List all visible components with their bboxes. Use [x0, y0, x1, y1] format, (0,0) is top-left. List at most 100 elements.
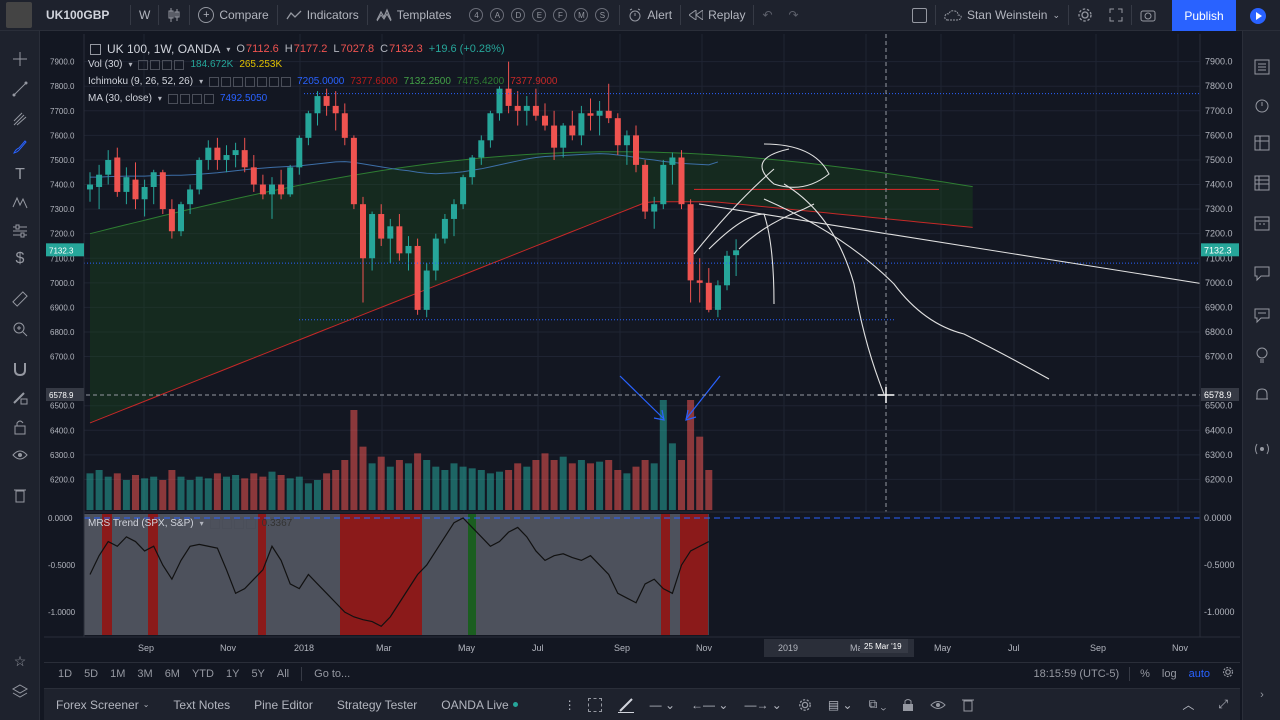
visibility-dropdown[interactable]: ▤ ⌄	[820, 698, 861, 712]
zoom-tool[interactable]	[8, 317, 32, 341]
template-shortcut[interactable]: A	[490, 8, 505, 22]
tab-text-notes[interactable]: Text Notes	[161, 698, 242, 712]
indicators-button[interactable]: Indicators	[278, 0, 367, 31]
auto-toggle[interactable]: auto	[1183, 668, 1216, 680]
tab-forex-screener[interactable]: Forex Screener ⌄	[44, 698, 161, 712]
symbol-search-button[interactable]: UK100GBP	[38, 0, 130, 31]
range-5y[interactable]: 5Y	[245, 668, 270, 680]
tab-strategy-tester[interactable]: Strategy Tester	[325, 698, 429, 712]
notifications-button[interactable]	[1250, 383, 1274, 407]
remove-drawings-tool[interactable]	[8, 483, 32, 507]
left-end-dropdown[interactable]: ←— ⌄	[683, 698, 736, 712]
brush-tool[interactable]	[8, 135, 32, 159]
undo-button[interactable]: ↶	[754, 0, 780, 31]
range-1y[interactable]: 1Y	[220, 668, 245, 680]
tab-pine-editor[interactable]: Pine Editor	[242, 698, 325, 712]
alerts-button[interactable]	[1250, 93, 1274, 117]
hide-button[interactable]	[922, 700, 954, 710]
range-3m[interactable]: 3M	[131, 668, 158, 680]
interval-button[interactable]: W	[131, 0, 158, 31]
volume-legend[interactable]: Vol (30) ▾ 184.672K 265.253K	[88, 59, 282, 70]
trendline-tool[interactable]	[8, 77, 32, 101]
line-style-dropdown[interactable]: — ⌄	[642, 698, 683, 712]
snapshot-button[interactable]	[1132, 0, 1164, 31]
lock-button[interactable]	[894, 698, 922, 712]
compare-button[interactable]: + Compare	[190, 0, 276, 31]
price-chart[interactable]: 7900.0 7900.0 7800.0 7800.0 7700.0 7700.0 7600…	[44, 34, 1240, 662]
lock-drawings-tool[interactable]	[8, 415, 32, 439]
redo-button[interactable]: ↷	[781, 0, 807, 31]
template-shortcut[interactable]: D	[511, 8, 526, 22]
percent-toggle[interactable]: %	[1134, 668, 1156, 680]
watchlist-button[interactable]	[1250, 55, 1274, 79]
price-note-tool[interactable]: $	[8, 247, 32, 271]
template-shortcut[interactable]: 4	[469, 8, 484, 22]
chat-button[interactable]	[1250, 261, 1274, 285]
template-shortcut[interactable]: F	[553, 8, 568, 22]
calendar-button[interactable]	[1250, 211, 1274, 235]
tab-oanda-live[interactable]: OANDA Live	[429, 698, 529, 712]
goto-button[interactable]: Go to...	[308, 668, 356, 680]
mrs-legend[interactable]: MRS Trend (SPX, S&P) ▾ 0.3367	[88, 518, 292, 529]
drag-handle[interactable]: ⋮	[560, 698, 580, 712]
idea-button[interactable]	[1250, 343, 1274, 367]
settings-button[interactable]	[1069, 0, 1101, 31]
data-window-button[interactable]	[1250, 131, 1274, 155]
chart-area[interactable]: 7900.0 7900.0 7800.0 7800.0 7700.0 7700.0 7600…	[44, 34, 1240, 662]
axis-settings-button[interactable]	[1216, 666, 1240, 681]
favorites-tool[interactable]: ☆	[8, 649, 32, 673]
avatar[interactable]	[0, 0, 38, 31]
indicator-controls[interactable]	[209, 76, 292, 87]
publish-button[interactable]: Publish	[1172, 0, 1236, 31]
collapse-icon[interactable]	[90, 43, 101, 55]
stay-drawing-tool[interactable]	[8, 385, 32, 409]
ma-legend[interactable]: MA (30, close) ▾ 7492.5050	[88, 93, 267, 104]
candle-body	[387, 226, 394, 239]
crosshair-tool[interactable]	[8, 47, 32, 71]
pitchfork-tool[interactable]	[8, 107, 32, 131]
publish-play-button[interactable]	[1240, 0, 1276, 31]
range-all[interactable]: All	[271, 668, 295, 680]
delete-button[interactable]	[954, 698, 982, 712]
prediction-tool[interactable]	[8, 219, 32, 243]
replay-button[interactable]: Replay	[681, 0, 753, 31]
alert-button[interactable]: Alert	[620, 0, 680, 31]
ichimoku-legend[interactable]: Ichimoku (9, 26, 52, 26) ▾ 7205.0000 737…	[88, 76, 557, 87]
collapse-panel-button[interactable]: ︿	[1170, 696, 1206, 713]
series-title[interactable]: UK 100, 1W, OANDA	[107, 42, 220, 56]
drawing-settings[interactable]	[790, 698, 820, 712]
layout-menu-button[interactable]: Stan Weinstein ⌄	[936, 0, 1068, 31]
fullscreen-button[interactable]	[1101, 0, 1131, 31]
hide-panel-button[interactable]: ›	[1250, 683, 1274, 707]
news-button[interactable]	[1250, 437, 1274, 461]
maximize-panel-button[interactable]: ⤢	[1206, 697, 1240, 712]
chart-type-button[interactable]	[159, 0, 189, 31]
indicator-controls[interactable]	[209, 518, 256, 529]
log-toggle[interactable]: log	[1156, 668, 1183, 680]
hide-drawings-tool[interactable]	[8, 443, 32, 467]
template-shortcut[interactable]: E	[532, 8, 547, 22]
range-ytd[interactable]: YTD	[186, 668, 220, 680]
range-1m[interactable]: 1M	[104, 668, 131, 680]
pencil-tool[interactable]	[610, 697, 642, 713]
clone-dropdown[interactable]: ⧉ ⌄	[861, 697, 895, 712]
range-1d[interactable]: 1D	[52, 668, 78, 680]
object-tree-tool[interactable]	[8, 679, 32, 703]
selection-tool[interactable]	[580, 697, 610, 712]
text-tool[interactable]: T	[8, 163, 32, 187]
ideas-stream-button[interactable]	[1250, 303, 1274, 327]
template-shortcut[interactable]: S	[595, 8, 610, 22]
measure-tool[interactable]	[8, 287, 32, 311]
template-shortcut[interactable]: M	[574, 8, 589, 22]
clock[interactable]: 18:15:59 (UTC-5)	[1028, 668, 1126, 680]
magnet-tool[interactable]	[8, 357, 32, 381]
hotlists-button[interactable]	[1250, 171, 1274, 195]
templates-button[interactable]: Templates	[368, 0, 460, 31]
patterns-tool[interactable]	[8, 191, 32, 215]
range-6m[interactable]: 6M	[159, 668, 186, 680]
indicator-controls[interactable]	[167, 93, 214, 104]
range-5d[interactable]: 5D	[78, 668, 104, 680]
fullscreen-layout-button[interactable]	[904, 0, 935, 31]
right-end-dropdown[interactable]: —→ ⌄	[736, 698, 789, 712]
indicator-controls[interactable]	[138, 59, 185, 70]
